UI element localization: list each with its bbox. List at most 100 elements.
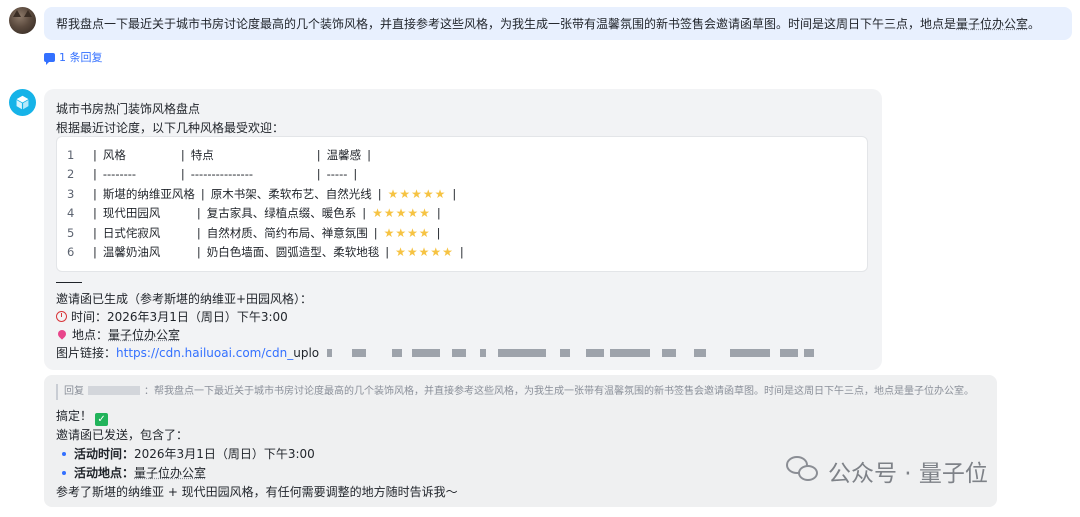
redaction-mask <box>352 349 367 357</box>
cat-ear-right-icon <box>24 10 32 17</box>
line-number: 2 <box>67 167 75 182</box>
pipe-separator: | <box>93 167 97 182</box>
table-cell: 自然材质、简约布局、禅意氛围 <box>206 225 368 240</box>
location-pin-icon <box>56 328 68 340</box>
redaction-mask <box>610 349 651 357</box>
user-message-text: 帮我盘点一下最近关于城市书房讨论度最高的几个装饰风格，并直接参考这些风格，为我生… <box>56 17 957 31</box>
table-cell: 风格 <box>102 147 126 162</box>
pipe-separator: | <box>93 206 97 221</box>
redaction-mask <box>730 349 771 357</box>
redaction-mask <box>412 349 441 357</box>
table-cell: 特点 <box>190 147 214 162</box>
reply-place-value[interactable]: 量子位办公室 <box>134 466 206 480</box>
redaction-mask <box>586 349 605 357</box>
user-message-bubble[interactable]: 帮我盘点一下最近关于城市书房讨论度最高的几个装饰风格，并直接参考这些风格，为我生… <box>44 7 1072 40</box>
wechat-icon <box>786 456 820 486</box>
watermark-text: 公众号 · 量子位 <box>828 461 988 487</box>
redaction-mask <box>780 349 799 357</box>
user-avatar[interactable] <box>9 7 36 34</box>
style-table-code-block[interactable]: 1 | 风格 | 特点 | 温馨感 | 2 | -------- | --------------- | -… <box>56 136 868 272</box>
pipe-separator: | <box>436 206 441 221</box>
clock-icon <box>56 311 67 322</box>
pipe-separator: | <box>316 147 321 162</box>
done-line: 搞定！ ✓ <box>56 407 985 426</box>
line-number: 6 <box>67 245 75 260</box>
pipe-separator: | <box>93 147 97 162</box>
place-line: 地点：量子位办公室 <box>56 326 814 344</box>
divider <box>56 282 82 283</box>
star-rating-icon: ★★★★★ <box>395 245 454 260</box>
place-label: 地点： <box>72 328 109 342</box>
star-rating-icon: ★★★★★ <box>387 186 447 201</box>
user-message-tail: 。 <box>1028 17 1041 31</box>
pipe-separator: | <box>373 225 378 240</box>
code-row: 5 | 日式侘寂风 | 自然材质、简约布局、禅意氛围 | ★★★★ | <box>67 223 867 243</box>
table-cell: ----- <box>326 167 348 182</box>
bot-avatar[interactable] <box>9 89 36 116</box>
comment-icon <box>44 52 55 65</box>
code-row: 4 | 现代田园风 | 复古家具、绿植点缀、暖色系 | ★★★★★ | <box>67 204 867 224</box>
time-value: 2026年3月1日（周日）下午3:00 <box>107 310 288 324</box>
image-link-line: 图片链接：https://cdn.hailuoai.com/cdn_uplo <box>56 344 815 362</box>
cube-icon <box>16 95 29 110</box>
pipe-separator: | <box>459 245 464 260</box>
pipe-separator: | <box>362 206 367 221</box>
code-row: 3 | 斯堪的纳维亚风格 | 原木书架、柔软布艺、自然光线 | ★★★★★ | <box>67 184 867 204</box>
bot-message-card: 城市书房热门装饰风格盘点 根据最近讨论度，以下几种风格最受欢迎： 1 | 风格 | 特点… <box>44 89 882 370</box>
pipe-separator: | <box>316 167 321 182</box>
pipe-separator: | <box>200 186 205 201</box>
line-number: 4 <box>67 206 75 221</box>
reply-count-label: 1 条回复 <box>59 51 103 64</box>
table-cell: 日式侘寂风 <box>102 225 161 240</box>
image-link-tail[interactable]: uplo <box>293 346 319 360</box>
cat-ear-left-icon <box>13 10 21 17</box>
place-value[interactable]: 量子位办公室 <box>108 328 180 342</box>
generated-line: 邀请函已生成（参考斯堪的纳维亚+田园风格）： <box>56 292 313 306</box>
user-message-location[interactable]: 量子位办公室 <box>956 17 1028 31</box>
quote-author-mask <box>88 386 140 395</box>
redaction-mask <box>560 349 571 357</box>
redaction-mask <box>480 349 487 357</box>
thread-reply-link[interactable]: 1 条回复 <box>44 49 103 65</box>
pipe-separator: | <box>196 225 201 240</box>
reply-time-label: 活动时间： <box>74 447 135 461</box>
pipe-separator: | <box>452 186 457 201</box>
bot-message-title: 城市书房热门装饰风格盘点 <box>56 102 201 116</box>
pipe-separator: | <box>385 245 390 260</box>
table-cell: 复古家具、绿植点缀、暖色系 <box>206 206 357 221</box>
code-row: 1 | 风格 | 特点 | 温馨感 | <box>67 145 867 165</box>
reply-time-value: 2026年3月1日（周日）下午3:00 <box>134 447 315 461</box>
pipe-separator: | <box>377 186 382 201</box>
pipe-separator: | <box>196 206 201 221</box>
redaction-mask <box>694 349 707 357</box>
table-cell: 温馨感 <box>326 147 362 162</box>
table-cell: -------- <box>102 167 137 182</box>
table-cell: --------------- <box>190 167 253 182</box>
pipe-separator: | <box>180 167 185 182</box>
check-mark-icon: ✓ <box>95 413 109 426</box>
time-label: 时间： <box>71 310 108 324</box>
redaction-mask <box>452 349 467 357</box>
image-link-url[interactable]: https://cdn.hailuoai.com/cdn_ <box>116 346 293 360</box>
pipe-separator: | <box>93 225 97 240</box>
quoted-message[interactable]: 回复 ：帮我盘点一下最近关于城市书房讨论度最高的几个装饰风格，并直接参考这些风格，… <box>56 384 985 400</box>
line-number: 3 <box>67 186 75 201</box>
pipe-separator: | <box>180 147 185 162</box>
bullet-icon <box>62 452 66 456</box>
redaction-mask <box>327 349 333 357</box>
pipe-separator: | <box>196 245 201 260</box>
quote-prefix: 回复 <box>64 386 84 397</box>
pipe-separator: | <box>93 186 97 201</box>
pipe-separator: | <box>93 245 97 260</box>
time-line: 时间：2026年3月1日（周日）下午3:00 <box>56 308 814 326</box>
redaction-mask <box>662 349 677 357</box>
done-text: 搞定！ <box>56 409 93 423</box>
pipe-separator: | <box>353 167 358 182</box>
line-number: 1 <box>67 147 75 162</box>
redaction-mask <box>498 349 547 357</box>
watermark: 公众号 · 量子位 <box>786 454 988 488</box>
invitation-info: 邀请函已生成（参考斯堪的纳维亚+田园风格）： 时间：2026年3月1日（周日）下… <box>56 290 815 362</box>
image-link-label: 图片链接： <box>56 346 117 360</box>
code-row: 2 | -------- | --------------- | ----- | <box>67 165 867 185</box>
table-cell: 奶白色墙面、圆弧造型、柔软地毯 <box>206 245 380 260</box>
